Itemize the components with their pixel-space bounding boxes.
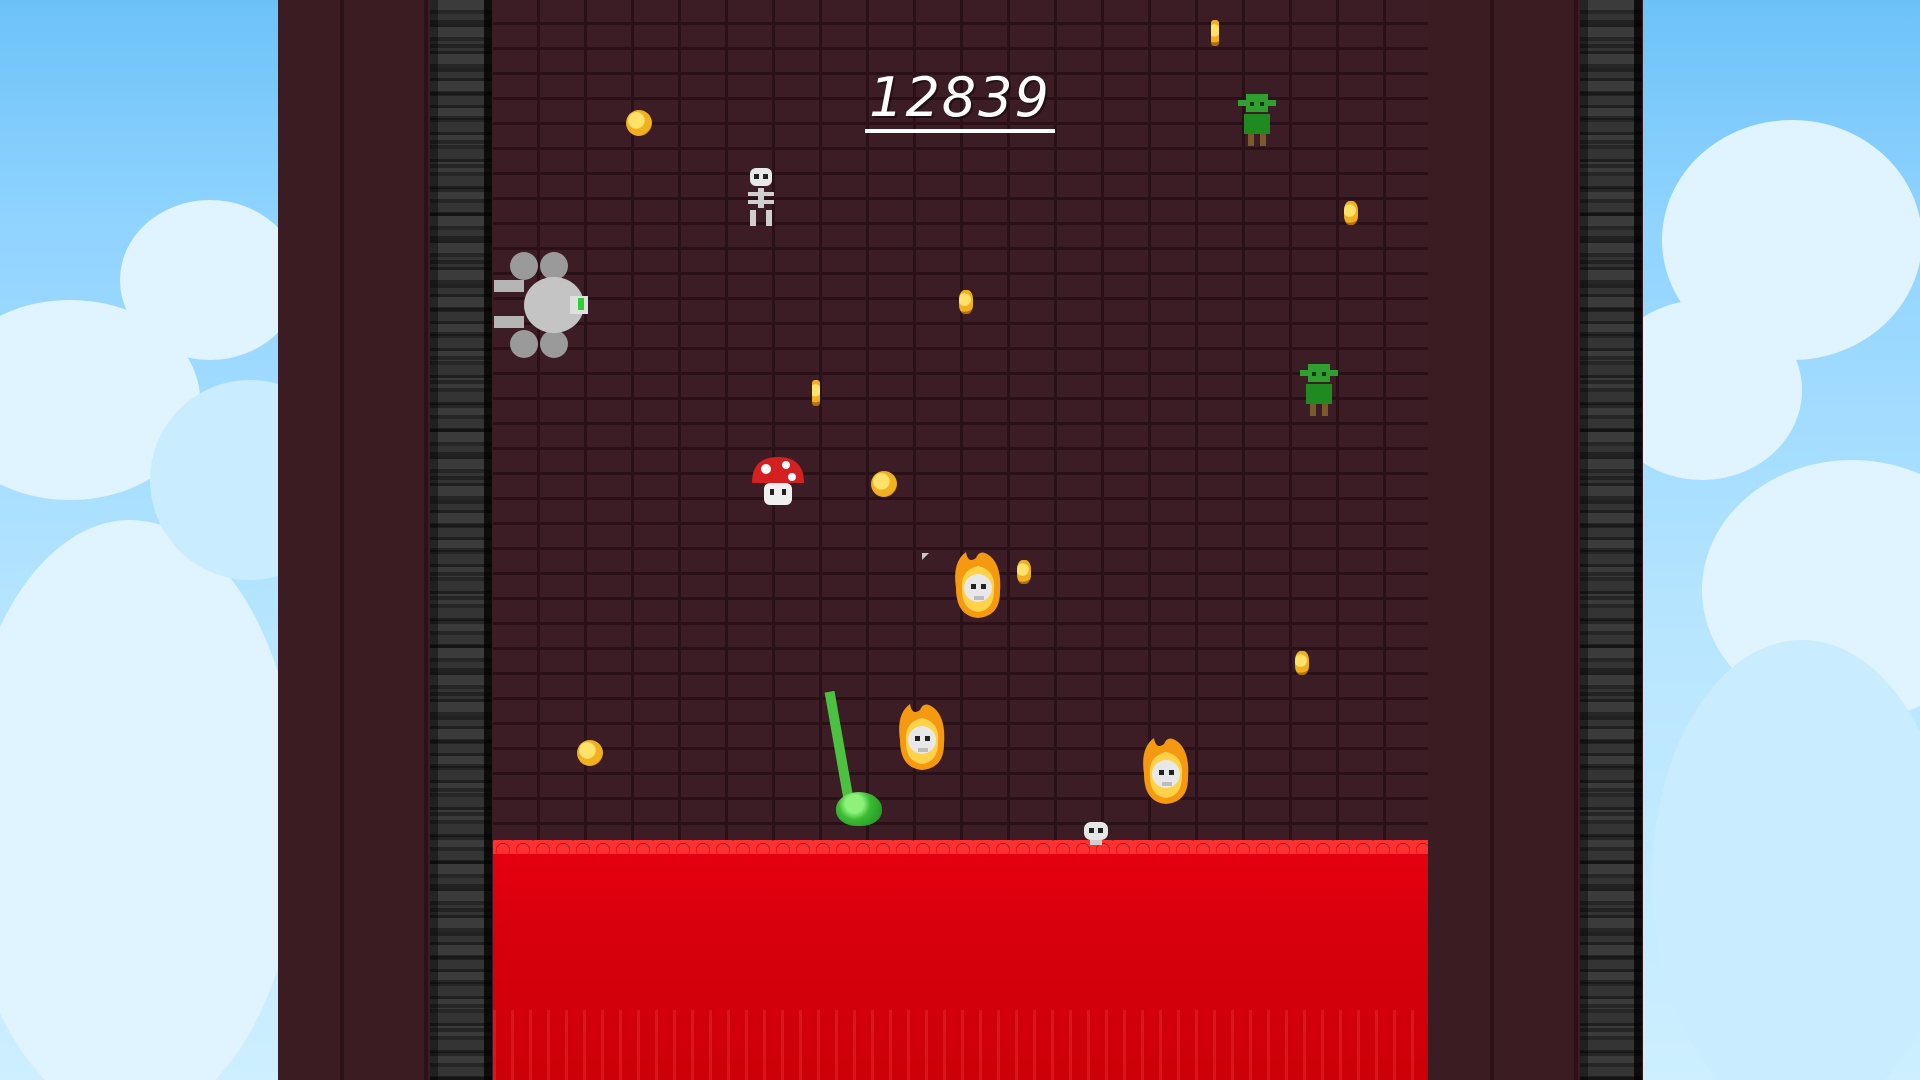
- skull-icon: [1084, 822, 1108, 845]
- goblin-icon: [1300, 364, 1338, 416]
- coin-icon: [1017, 560, 1031, 584]
- flaming-skull-icon: [955, 552, 1001, 618]
- flaming-skull-icon: [1143, 738, 1189, 804]
- coin-icon: [959, 290, 973, 314]
- stone-pillar-inner-left: [430, 0, 492, 1080]
- coin-icon: [1344, 201, 1358, 225]
- goblin-icon: [1238, 94, 1276, 146]
- coin-icon: [812, 380, 820, 406]
- sky-right: [1642, 0, 1920, 1080]
- mushroom-icon: [752, 457, 804, 505]
- flaming-skull-icon: [899, 704, 945, 770]
- coin-icon: [871, 471, 897, 497]
- sky-left: [0, 0, 280, 1080]
- skeleton-icon: [748, 168, 774, 226]
- score-value: 12839: [865, 66, 1055, 133]
- coin-icon: [1211, 20, 1219, 46]
- score-display: 12839: [0, 66, 1920, 133]
- coin-icon: [1295, 651, 1309, 675]
- stone-pillar-outer-right: [1580, 0, 1642, 1080]
- coin-icon: [626, 110, 652, 136]
- mouse-cursor-icon: [922, 553, 929, 560]
- coin-icon: [577, 740, 603, 766]
- lava-pool: [493, 840, 1428, 1080]
- spider-crawler-icon: [494, 252, 588, 358]
- player-slime-icon[interactable]: [836, 792, 882, 826]
